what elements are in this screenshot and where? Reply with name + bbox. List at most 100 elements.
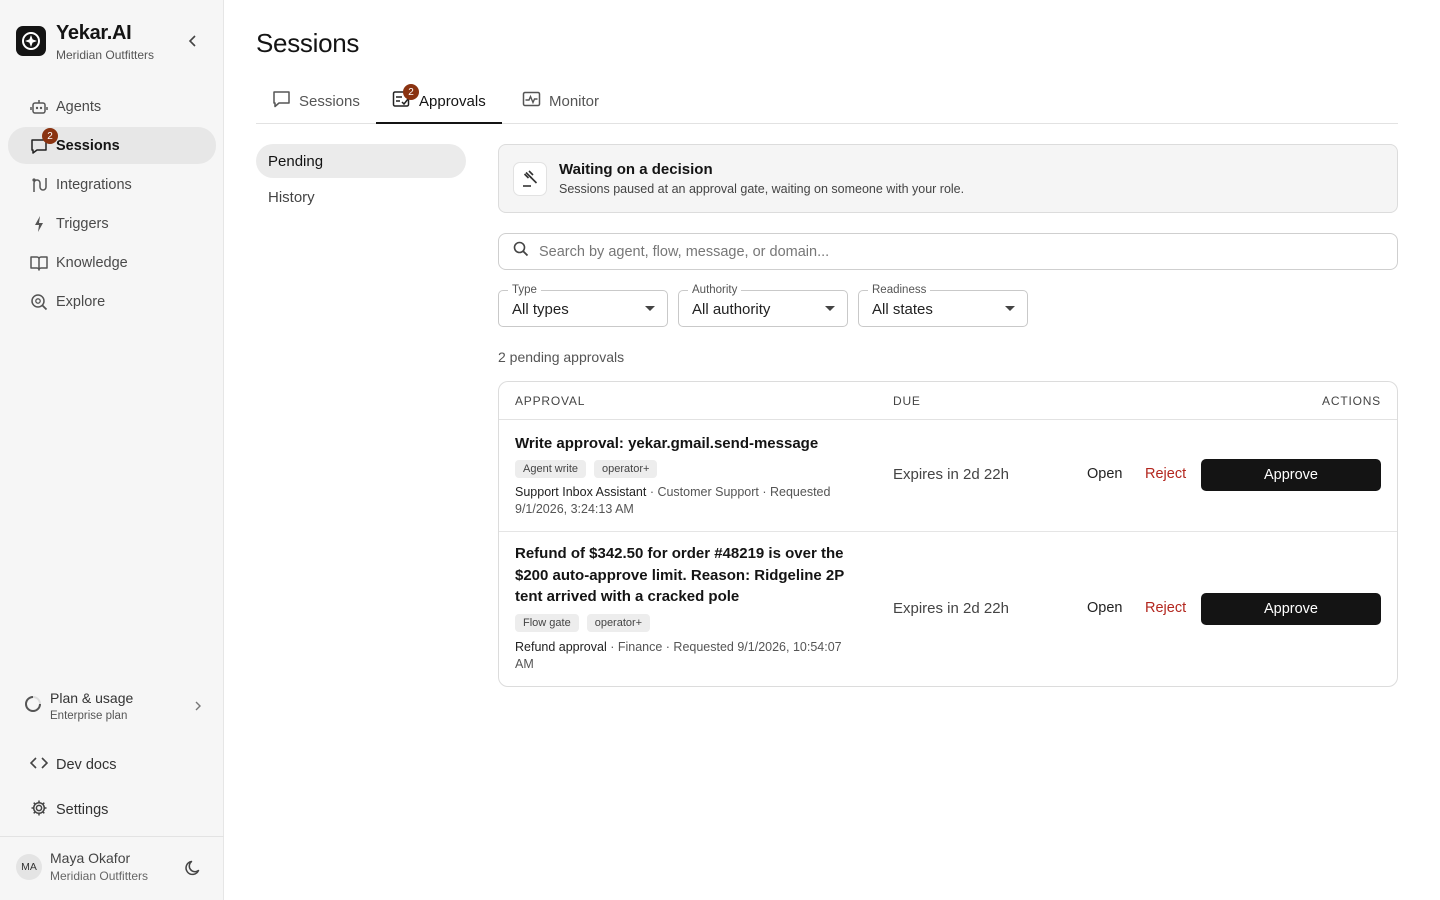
approval-agent: Support Inbox Assistant (515, 485, 647, 499)
chat-bubble-icon (272, 90, 291, 113)
approve-button[interactable]: Approve (1201, 593, 1381, 625)
tag-list: Flow gate operator+ (515, 614, 658, 632)
table-row: Write approval: yekar.gmail.send-message… (499, 420, 1397, 532)
sidebar-divider (0, 836, 224, 837)
caret-down-icon (645, 306, 655, 311)
search-icon (513, 241, 529, 262)
info-banner: Waiting on a decision Sessions paused at… (498, 144, 1398, 213)
usage-ring-icon (24, 695, 42, 718)
authority-filter-select[interactable]: Authority All authority (678, 283, 848, 327)
tab-bar: Sessions 2 Approvals Monitor (256, 80, 1398, 124)
sidebar-item-sessions[interactable]: 2 Sessions (8, 127, 216, 164)
avatar: MA (16, 853, 42, 880)
gear-icon (30, 799, 48, 822)
caret-down-icon (825, 306, 835, 311)
type-filter-select[interactable]: Type All types (498, 283, 668, 327)
due-text: Expires in 2d 22h (893, 600, 1009, 617)
dev-docs-label: Dev docs (56, 757, 117, 773)
authority-filter-label: Authority (688, 283, 742, 297)
sidebar-item-triggers[interactable]: Triggers (8, 205, 216, 242)
plan-title: Plan & usage (50, 690, 134, 706)
table-row: Refund of $342.50 for order #48219 is ov… (499, 532, 1397, 686)
info-title: Waiting on a decision (559, 161, 713, 178)
page-title: Sessions (256, 28, 360, 58)
explore-search-icon (30, 293, 48, 311)
column-header-due: DUE (893, 394, 921, 408)
collapse-sidebar-icon[interactable] (184, 32, 202, 50)
approval-title: Refund of $342.50 for order #48219 is ov… (515, 545, 844, 605)
approval-meta: Refund approval · Finance · Requested 9/… (515, 639, 855, 673)
code-icon (29, 754, 49, 777)
tag: operator+ (586, 614, 651, 632)
sidebar-nav: Agents 2 Sessions Integrations Triggers (8, 88, 216, 322)
robot-icon (30, 98, 48, 116)
tab-label: Monitor (549, 93, 600, 110)
approve-button[interactable]: Approve (1201, 459, 1381, 491)
sidebar-item-explore[interactable]: Explore (8, 283, 216, 320)
approvals-subnav: Pending History (256, 144, 466, 216)
search-input[interactable] (539, 243, 1359, 260)
tab-label: Sessions (299, 93, 360, 110)
user-name: Maya Okafor (50, 850, 131, 866)
approval-title: Write approval: yekar.gmail.send-message (515, 435, 819, 452)
tab-label: Approvals (419, 93, 486, 110)
sidebar-item-agents[interactable]: Agents (8, 88, 216, 125)
reject-button[interactable]: Reject (1145, 600, 1186, 616)
tab-monitor[interactable]: Monitor (522, 80, 599, 123)
sidebar-item-label: Agents (56, 98, 102, 115)
sidebar-item-label: Explore (56, 293, 106, 310)
search-box[interactable] (498, 233, 1398, 270)
lightning-icon (30, 215, 48, 233)
column-header-actions: ACTIONS (1322, 394, 1381, 408)
tag: operator+ (594, 460, 658, 478)
brand-name: Yekar.AI (56, 22, 132, 44)
approval-meta: Support Inbox Assistant · Customer Suppo… (515, 484, 855, 518)
brand[interactable]: Yekar.AI Meridian Outfitters (16, 22, 154, 62)
type-filter-value: All types (512, 301, 569, 318)
approval-agent: Refund approval (515, 640, 607, 654)
column-header-approval: APPROVAL (515, 394, 586, 408)
settings-label: Settings (56, 802, 109, 818)
sidebar-item-knowledge[interactable]: Knowledge (8, 244, 216, 281)
moon-icon[interactable] (184, 859, 202, 877)
monitor-icon (522, 90, 541, 113)
tag: Agent write (515, 460, 587, 478)
type-filter-label: Type (508, 283, 541, 297)
sidebar-item-label: Sessions (56, 137, 120, 154)
caret-down-icon (1005, 306, 1015, 311)
subnav-pending[interactable]: Pending (256, 144, 466, 178)
book-icon (30, 254, 48, 272)
plan-subtitle: Enterprise plan (50, 710, 128, 722)
tab-sessions[interactable]: Sessions (272, 80, 360, 123)
plan-usage-button[interactable]: Plan & usage Enterprise plan (8, 680, 216, 732)
sessions-count-badge: 2 (42, 128, 58, 144)
readiness-filter-select[interactable]: Readiness All states (858, 283, 1028, 327)
authority-filter-value: All authority (692, 301, 771, 318)
readiness-filter-label: Readiness (868, 283, 931, 297)
sidebar-item-label: Integrations (56, 176, 132, 193)
settings-link[interactable]: Settings (8, 792, 216, 828)
approvals-table: APPROVAL DUE ACTIONS Write approval: yek… (498, 381, 1398, 687)
pending-count: 2 pending approvals (498, 349, 625, 365)
sidebar: Yekar.AI Meridian Outfitters Agents 2 Se… (0, 0, 224, 900)
open-button[interactable]: Open (1087, 466, 1122, 482)
dev-docs-link[interactable]: Dev docs (8, 747, 216, 783)
subnav-history[interactable]: History (256, 180, 466, 214)
reject-button[interactable]: Reject (1145, 466, 1186, 482)
sidebar-item-label: Knowledge (56, 254, 128, 271)
brand-org: Meridian Outfitters (56, 48, 155, 62)
tab-approvals[interactable]: 2 Approvals (376, 80, 502, 124)
gavel-icon (513, 161, 547, 196)
info-subtitle: Sessions paused at an approval gate, wai… (559, 182, 965, 196)
readiness-filter-value: All states (872, 301, 933, 318)
approvals-count-badge: 2 (403, 84, 419, 100)
integrations-icon (30, 176, 48, 194)
table-header: APPROVAL DUE ACTIONS (499, 382, 1397, 420)
due-text: Expires in 2d 22h (893, 466, 1009, 483)
user-profile[interactable]: MA Maya Okafor Meridian Outfitters (16, 850, 148, 883)
brand-logo-icon (16, 26, 46, 56)
tag: Flow gate (515, 614, 579, 632)
sidebar-item-integrations[interactable]: Integrations (8, 166, 216, 203)
open-button[interactable]: Open (1087, 600, 1122, 616)
sidebar-item-label: Triggers (56, 215, 109, 232)
